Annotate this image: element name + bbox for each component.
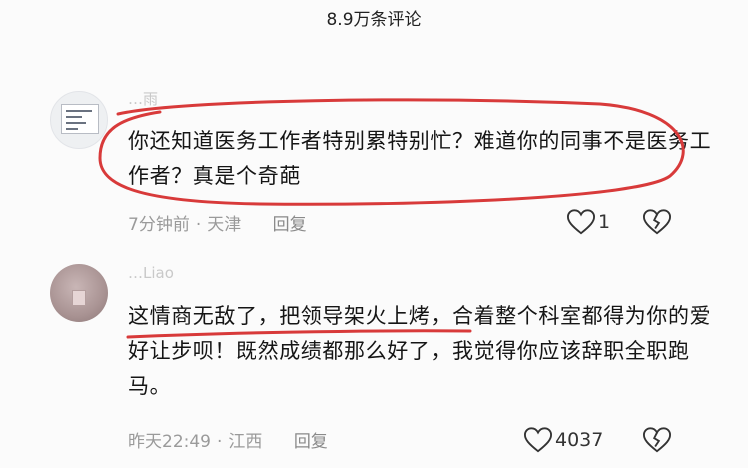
annotation-layer (98, 98, 685, 339)
annotation-underline (126, 329, 472, 339)
annotation-oval (98, 98, 685, 206)
